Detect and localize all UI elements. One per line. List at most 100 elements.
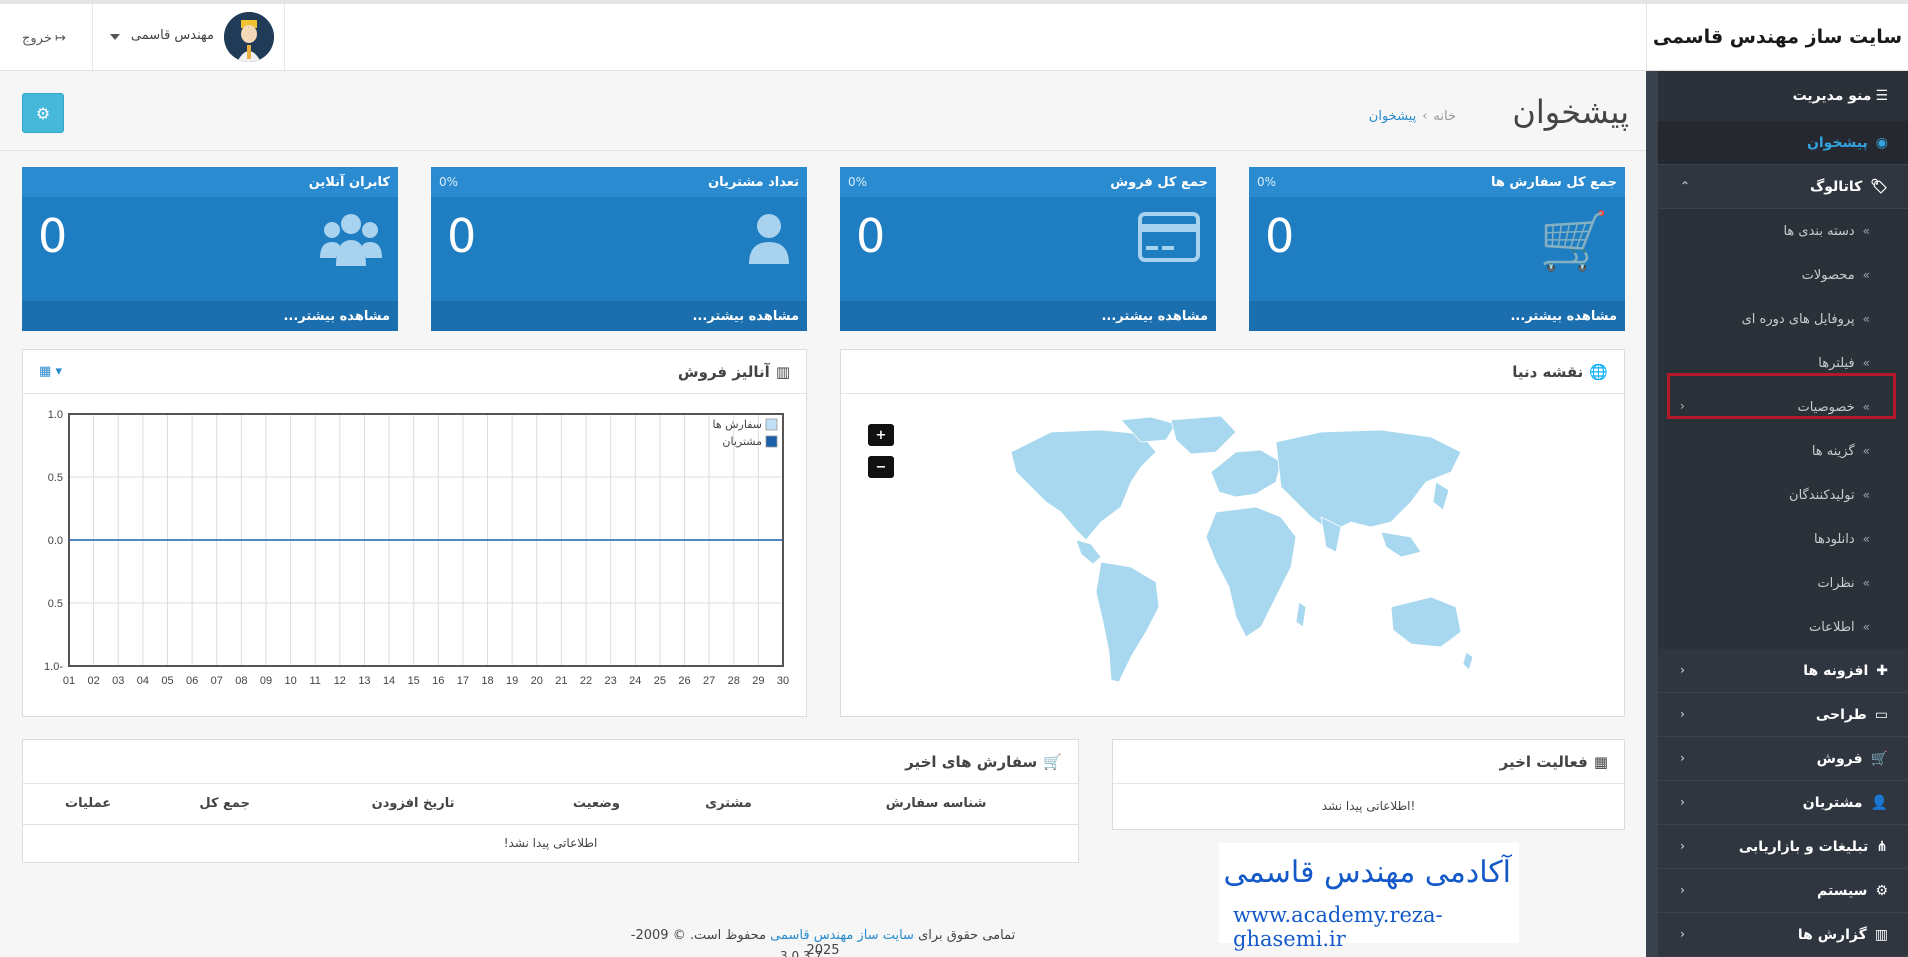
sidebar-sub-options[interactable]: » گزینه ها [1658,429,1908,473]
x-tick-label: 05 [161,675,173,687]
breadcrumb-home[interactable]: خانه [1433,109,1456,124]
x-tick-label: 23 [605,675,617,687]
sidebar-sub-label: دانلودها [1814,531,1855,547]
sidebar-sub-products[interactable]: » محصولات [1658,253,1908,297]
tags-icon: 🏷 [1870,178,1888,195]
top-header: سایت ساز مهندس قاسمی مهندس قاسمی خروج ↦ [0,0,1908,71]
col-order-id[interactable]: شناسه سفارش [794,784,1078,825]
gear-icon: ⚙ [1875,882,1888,899]
sidebar-item-label: سیستم [1817,882,1868,899]
sales-analysis-panel: ▥ آنالیز فروش ▦ ▾ 1.0 0.5 0.0 0.5 1.0- 01 02 03… [22,349,807,717]
settings-button[interactable]: ⚙ [22,93,64,133]
angle-double-icon: » [1862,224,1870,238]
highlight-annotation [1667,373,1896,419]
sidebar-sub-downloads[interactable]: » دانلودها [1658,517,1908,561]
users-icon [320,212,382,280]
tile-total-orders: جمع کل سفارش ها 0% 🛒 0 مشاهده بیشتر... [1249,167,1625,331]
tile-more-link[interactable]: مشاهده بیشتر... [431,301,807,331]
x-tick-label: 07 [211,675,223,687]
x-tick-label: 17 [457,675,469,687]
zoom-out-button[interactable]: − [868,456,894,478]
col-date-added[interactable]: تاریخ افزودن [296,784,531,825]
panel-header: ▥ آنالیز فروش [23,350,806,394]
x-tick-label: 09 [260,675,272,687]
world-map[interactable] [981,412,1481,702]
user-name[interactable]: مهندس قاسمی [131,28,214,43]
dashboard-icon: ◉ [1875,134,1888,151]
chevron-left-icon: ‹ [1680,751,1685,765]
tile-online-users: کابران آنلاین 0 مشاهده بیشتر... [22,167,398,331]
sidebar-item-dashboard[interactable]: ◉ پیشخوان [1658,121,1908,165]
col-action[interactable]: عملیات [23,784,154,825]
zoom-in-button[interactable]: + [868,424,894,446]
breadcrumb-current[interactable]: پیشخوان [1369,109,1416,124]
sidebar-item-extensions[interactable]: ✚ افزونه ها ‹ [1658,649,1908,693]
tile-more-link[interactable]: مشاهده بیشتر... [22,301,398,331]
tile-percent: 0% [848,175,868,189]
chevron-down-icon[interactable] [110,34,120,40]
x-tick-label: 06 [186,675,198,687]
sidebar-item-label: فروش [1816,750,1863,767]
col-customer[interactable]: مشتری [662,784,795,825]
panel-title: آنالیز فروش [677,362,770,381]
sidebar-item-system[interactable]: ⚙ سیستم ‹ [1658,869,1908,913]
sidebar-sub-information[interactable]: » اطلاعات [1658,605,1908,649]
brand-logo[interactable]: سایت ساز مهندس قاسمی [1646,4,1908,70]
breadcrumb: خانه › پیشخوان [1369,109,1456,124]
watermark-url: www.academy.reza-ghasemi.ir [1233,903,1443,951]
x-tick-label: 14 [383,675,395,687]
sidebar-item-catalog[interactable]: 🏷 کاتالوگ ⌃ [1658,165,1908,209]
puzzle-icon: ✚ [1876,662,1888,679]
logout-label: خروج [22,31,52,46]
panel-header: 🛒 سفارش های اخیر [23,740,1078,784]
tile-more-link[interactable]: مشاهده بیشتر... [840,301,1216,331]
x-tick-label: 28 [728,675,740,687]
sidebar-item-customers[interactable]: 👤 مشتریان ‹ [1658,781,1908,825]
sidebar-item-sales[interactable]: 🛒 فروش ‹ [1658,737,1908,781]
x-tick-label: 15 [408,675,420,687]
tile-value: 0 [1265,209,1295,263]
tile-more-link[interactable]: مشاهده بیشتر... [1249,301,1625,331]
tile-value: 0 [447,209,477,263]
share-icon: ⋔ [1876,838,1888,855]
sidebar-item-marketing[interactable]: ⋔ تبلیغات و بازاریابی ‹ [1658,825,1908,869]
footer-link[interactable]: سایت ساز مهندس قاسمی [770,928,914,943]
x-tick-label: 04 [137,675,149,687]
cart-icon: 🛒 [1870,750,1888,767]
credit-card-icon [1138,212,1200,274]
user-menu[interactable]: مهندس قاسمی [92,4,285,70]
sidebar-item-label: طراحی [1815,706,1867,723]
col-status[interactable]: وضعیت [530,784,663,825]
x-tick-label: 20 [531,675,543,687]
calendar-dropdown[interactable]: ▦ ▾ [39,364,62,379]
tile-percent: 0% [1257,175,1277,189]
sidebar-sub-recurring-profiles[interactable]: » پروفایل های دوره ای [1658,297,1908,341]
watermark-title: آکادمی مهندس قاسمی [1223,855,1511,890]
calendar-icon: ▦ [39,364,52,379]
sidebar-item-reports[interactable]: ▥ گزارش ها ‹ [1658,913,1908,957]
sidebar-sub-reviews[interactable]: » نظرات [1658,561,1908,605]
x-tick-label: 29 [752,675,764,687]
sidebar-item-design[interactable]: ▭ طراحی ‹ [1658,693,1908,737]
x-tick-label: 01 [63,675,75,687]
sidebar-sub-manufacturers[interactable]: » تولیدکنندگان [1658,473,1908,517]
tile-title: جمع کل فروش [1110,174,1208,190]
sidebar-title[interactable]: ☰ منو مدیریت [1658,71,1908,121]
admin-sidebar: ☰ منو مدیریت ◉ پیشخوان 🏷 کاتالوگ ⌃ » دسته… [1646,71,1908,957]
avatar[interactable] [224,12,274,62]
chevron-left-icon: ‹ [1680,839,1685,853]
sidebar-sub-label: دسته بندی ها [1783,223,1855,239]
logout-link[interactable]: خروج ↦ [22,31,66,46]
sidebar-title-label: منو مدیریت [1792,88,1872,104]
page-divider [0,150,1646,151]
tile-value: 0 [38,209,68,263]
sidebar-item-label: کاتالوگ [1809,178,1863,195]
y-tick-label: 0.5 [48,598,63,610]
footer-prefix: تمامی حقوق برای [918,928,1016,943]
sidebar-sub-categories[interactable]: » دسته بندی ها [1658,209,1908,253]
activity-empty: اطلاعاتی پیدا نشد! [1321,799,1416,813]
x-tick-label: 21 [555,675,567,687]
panel-title: فعالیت اخیر [1499,752,1588,771]
sidebar-item-label: مشتریان [1802,794,1863,811]
col-total[interactable]: جمع کل [153,784,297,825]
